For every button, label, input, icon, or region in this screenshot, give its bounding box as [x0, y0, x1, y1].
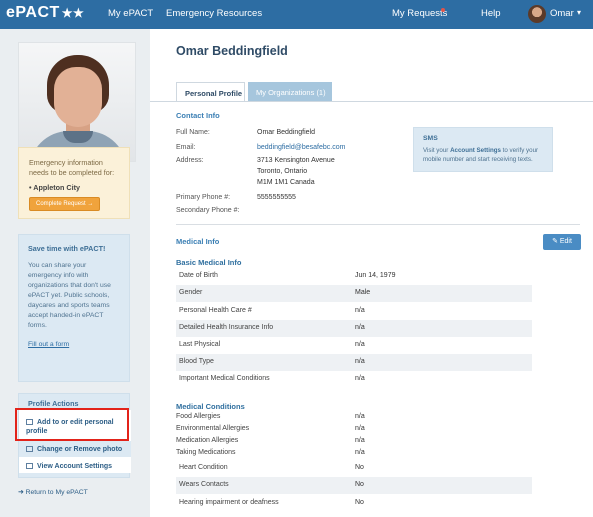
email-value[interactable]: beddingfield@besafebc.com: [257, 143, 345, 153]
promo-box: Save time with ePACT! You can share your…: [18, 234, 130, 382]
nav-user-name[interactable]: Omar: [550, 8, 574, 19]
profile-photo: [18, 42, 136, 162]
full-name-label: Full Name:: [176, 129, 210, 136]
complete-request-button[interactable]: Complete Request →: [29, 197, 101, 211]
epact-logo[interactable]: ePACT ★★: [6, 4, 84, 22]
fill-out-form-link[interactable]: Fill out a form: [28, 341, 120, 348]
sms-text: Visit your Account Settings to verify yo…: [423, 147, 539, 163]
profile-actions-heading: Profile Actions: [28, 399, 79, 408]
page-title: Omar Beddingfield: [176, 44, 288, 58]
secondary-phone-label: Secondary Phone #:: [176, 207, 240, 214]
sms-info-box: SMS Visit your Account Settings to verif…: [413, 127, 553, 172]
settings-icon: [26, 463, 33, 470]
list-item: Food Allergies n/a: [176, 413, 365, 420]
nav-my-requests[interactable]: My Requests: [392, 8, 447, 19]
table-row: Blood Type n/a: [176, 354, 532, 371]
address-line3: M1M 1M1 Canada: [257, 179, 315, 186]
list-item: Environmental Allergies n/a: [176, 425, 365, 432]
tab-my-organizations[interactable]: My Organizations (1): [248, 82, 332, 102]
table-row: Important Medical Conditions n/a: [179, 375, 365, 382]
medical-conditions-heading: Medical Conditions: [176, 402, 245, 411]
list-item: Taking Medications n/a: [176, 449, 365, 456]
medical-info-heading: Medical Info: [176, 237, 220, 246]
address-line2: Toronto, Ontario: [257, 168, 308, 175]
address-line1: 3713 Kensington Avenue: [257, 157, 335, 164]
emergency-notice-text: Emergency information needs to be comple…: [29, 158, 115, 177]
table-row: Personal Health Care # n/a: [179, 307, 365, 314]
promo-heading: Save time with ePACT!: [28, 244, 106, 253]
arrow-icon: ➜: [18, 489, 26, 496]
return-link[interactable]: ➜ Return to My ePACT: [18, 488, 88, 496]
account-settings-link[interactable]: Account Settings: [450, 147, 501, 154]
pencil-icon: ✎: [552, 238, 560, 245]
contact-info-heading: Contact Info: [176, 111, 220, 120]
sms-heading: SMS: [423, 135, 438, 142]
table-row: Wears Contacts No: [176, 477, 532, 494]
user-avatar[interactable]: [528, 5, 546, 23]
table-row: Gender Male: [176, 285, 532, 302]
chevron-down-icon[interactable]: ▾: [577, 8, 581, 17]
address-label: Address:: [176, 157, 204, 164]
promo-body: You can share your emergency info with o…: [28, 262, 111, 329]
emergency-info-notice: Emergency information needs to be comple…: [18, 147, 130, 219]
primary-phone-value: 5555555555: [257, 194, 296, 201]
view-account-settings-link[interactable]: View Account Settings: [26, 462, 112, 471]
nav-my-epact[interactable]: My ePACT: [108, 8, 153, 19]
full-name-value: Omar Beddingfield: [257, 129, 315, 136]
list-item: Medication Allergies n/a: [176, 437, 365, 444]
photo-icon: [26, 446, 33, 453]
tab-personal-profile[interactable]: Personal Profile: [176, 82, 245, 102]
divider: [176, 224, 580, 225]
change-photo-link[interactable]: Change or Remove photo: [26, 445, 122, 454]
logo-text: ePACT: [6, 4, 60, 21]
nav-help[interactable]: Help: [481, 8, 501, 19]
emergency-notice-item: • Appleton City: [29, 183, 80, 192]
primary-phone-label: Primary Phone #:: [176, 194, 231, 201]
logo-stars-icon: ★★: [61, 6, 85, 20]
email-label: Email:: [176, 144, 196, 151]
nav-emergency-resources[interactable]: Emergency Resources: [166, 8, 262, 19]
edit-button[interactable]: ✎ Edit: [543, 234, 581, 250]
table-row: Hearing impairment or deafness No: [179, 499, 364, 506]
notification-dot-icon: [441, 8, 445, 12]
table-row: Heart Condition No: [179, 464, 364, 471]
table-row: Last Physical n/a: [179, 341, 365, 348]
top-nav-bar: ePACT ★★ My ePACT Emergency Resources My …: [0, 0, 593, 29]
basic-medical-heading: Basic Medical Info: [176, 258, 242, 267]
table-row: Detailed Health Insurance Info n/a: [176, 320, 532, 337]
table-row: Date of Birth Jun 14, 1979: [179, 272, 396, 279]
highlight-box: [15, 408, 129, 441]
